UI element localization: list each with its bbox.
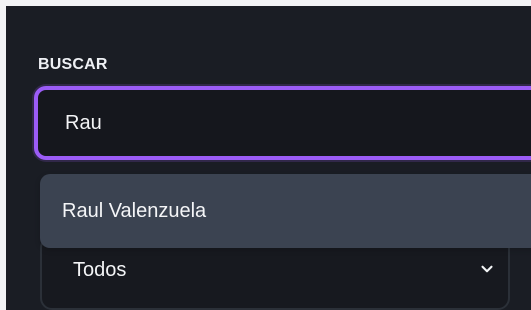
search-input[interactable] <box>34 86 531 160</box>
chevron-down-icon <box>481 265 493 273</box>
filter-select-value: Todos <box>73 259 127 281</box>
autocomplete-option[interactable]: Raul Valenzuela <box>40 174 531 248</box>
autocomplete-area: Todos Raul Valenzuela <box>40 174 531 310</box>
autocomplete-option-label: Raul Valenzuela <box>62 199 207 222</box>
search-label: BUSCAR <box>38 56 108 73</box>
search-panel: BUSCAR Todos Raul Valenzuela <box>6 6 531 310</box>
